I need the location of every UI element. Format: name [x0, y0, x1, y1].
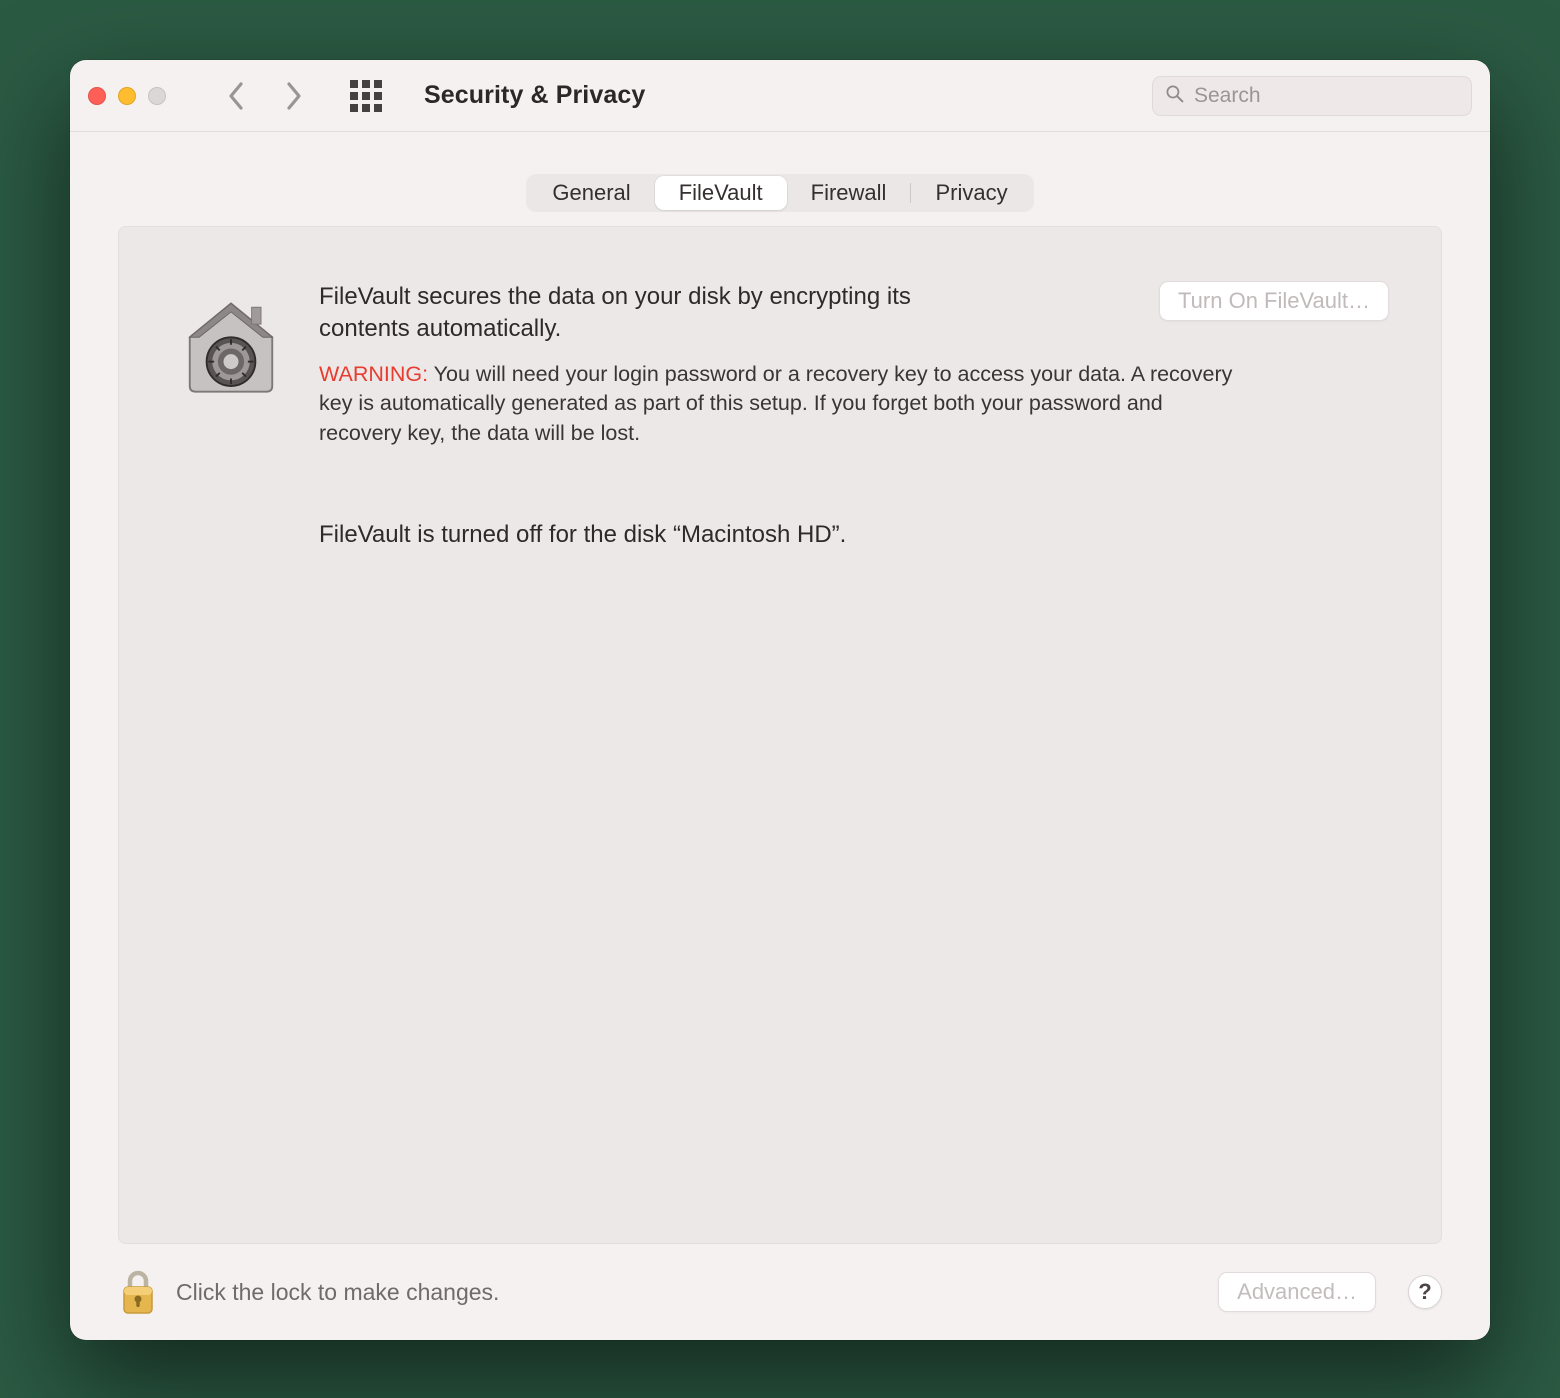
advanced-button[interactable]: Advanced… — [1218, 1272, 1376, 1312]
window-title: Security & Privacy — [424, 81, 645, 110]
filevault-text: FileVault secures the data on your disk … — [319, 281, 1389, 549]
search-input[interactable] — [1194, 84, 1459, 108]
toolbar: Security & Privacy — [70, 60, 1490, 132]
forward-button[interactable] — [282, 81, 304, 111]
turn-on-filevault-button[interactable]: Turn On FileVault… — [1159, 281, 1389, 321]
nav-arrows — [226, 81, 304, 111]
zoom-window-button[interactable] — [148, 87, 166, 105]
lock-hint-text: Click the lock to make changes. — [176, 1279, 499, 1306]
tab-bar: General FileVault Firewall Privacy — [526, 174, 1033, 212]
back-button[interactable] — [226, 81, 248, 111]
search-field[interactable] — [1152, 76, 1472, 116]
footer: Click the lock to make changes. Advanced… — [70, 1244, 1490, 1340]
system-preferences-window: Security & Privacy General FileVault Fir… — [70, 60, 1490, 1340]
lock-icon[interactable] — [118, 1267, 158, 1317]
traffic-lights — [88, 87, 172, 105]
filevault-intro: FileVault secures the data on your disk … — [319, 281, 939, 346]
filevault-warning: WARNING: You will need your login passwo… — [319, 360, 1239, 449]
tab-filevault[interactable]: FileVault — [655, 176, 787, 210]
search-icon — [1165, 84, 1184, 108]
minimize-window-button[interactable] — [118, 87, 136, 105]
warning-label: WARNING: — [319, 362, 428, 386]
filevault-icon — [171, 281, 291, 401]
help-button[interactable]: ? — [1408, 1275, 1442, 1309]
filevault-status: FileVault is turned off for the disk “Ma… — [319, 521, 1389, 549]
body: General FileVault Firewall Privacy — [70, 132, 1490, 1244]
tab-general[interactable]: General — [528, 176, 654, 210]
filevault-panel: FileVault secures the data on your disk … — [118, 226, 1442, 1244]
tab-firewall[interactable]: Firewall — [787, 176, 911, 210]
tab-privacy[interactable]: Privacy — [911, 176, 1031, 210]
close-window-button[interactable] — [88, 87, 106, 105]
show-all-button[interactable] — [350, 80, 382, 112]
warning-text: You will need your login password or a r… — [319, 362, 1232, 445]
